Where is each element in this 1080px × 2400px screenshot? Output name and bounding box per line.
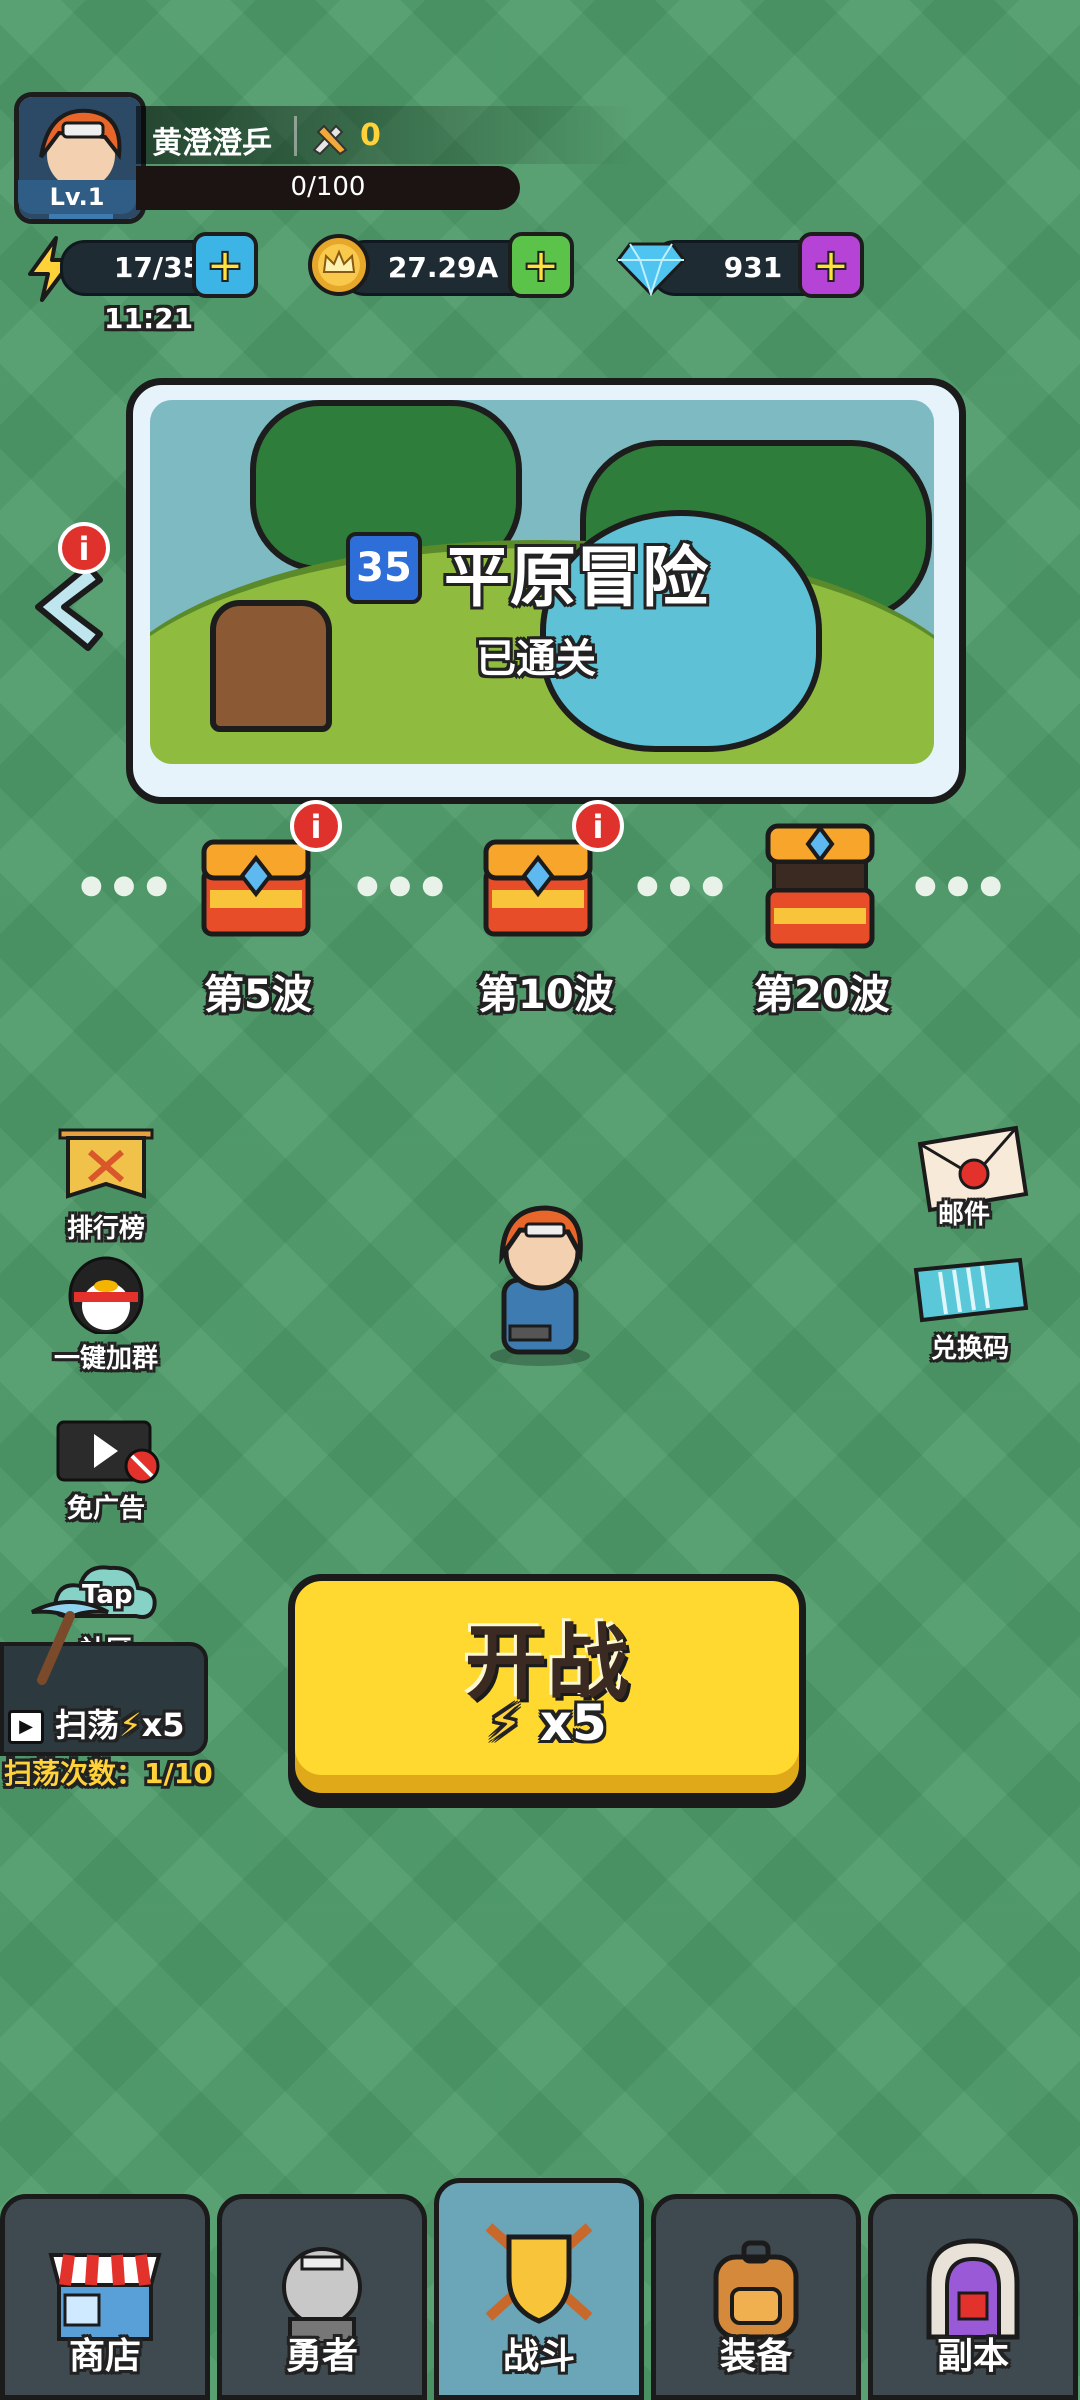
redeem-code-button[interactable]: 兑换码 xyxy=(910,1254,1030,1365)
info-badge: i xyxy=(58,522,110,574)
tab-equipment[interactable]: 装备 xyxy=(651,2194,861,2400)
sweep-cost: x5 xyxy=(141,1706,185,1744)
tab-hero-label: 勇者 xyxy=(285,2336,358,2377)
no-ads-button[interactable]: 免广告 xyxy=(46,1418,166,1525)
add-gold-button[interactable]: + xyxy=(508,232,574,298)
start-cost-value: x5 xyxy=(539,1694,607,1752)
mail-label: 邮件 xyxy=(938,1200,991,1230)
tab-dungeon-label: 副本 xyxy=(936,2336,1009,2377)
combat-power-icon xyxy=(312,124,348,156)
mail-button[interactable]: 邮件 xyxy=(912,1124,1032,1230)
tab-dungeon[interactable]: 副本 xyxy=(868,2194,1078,2400)
lightning-icon: ⚡ xyxy=(119,1706,142,1744)
ranking-banner-icon xyxy=(58,1128,154,1199)
xp-text: 0/100 xyxy=(290,172,366,202)
energy-timer: 11:21 xyxy=(104,302,194,335)
sweep-text: 扫荡 xyxy=(55,1706,120,1744)
tree-stump xyxy=(210,600,332,732)
qq-penguin-icon xyxy=(68,1256,144,1336)
ranking-button[interactable]: 排行榜 xyxy=(46,1124,166,1245)
qq-group-label: 一键加群 xyxy=(53,1344,158,1374)
player-name: 黄澄澄乒 xyxy=(152,126,272,161)
start-battle-cost: ⚡ x5 xyxy=(288,1694,806,1752)
redeem-label: 兑换码 xyxy=(930,1334,1009,1364)
progress-dots: ●●● xyxy=(636,870,735,900)
add-energy-button[interactable]: + xyxy=(192,232,258,298)
tab-hero[interactable]: 勇者 xyxy=(217,2194,427,2400)
sweep-count: 扫荡次数：1/10 xyxy=(4,1757,213,1790)
chest-icon[interactable] xyxy=(480,830,596,940)
battle-shield-icon xyxy=(485,2223,593,2324)
no-ads-label: 免广告 xyxy=(66,1494,145,1524)
crown-coin-icon xyxy=(308,234,370,296)
ranking-label: 排行榜 xyxy=(66,1214,145,1244)
progress-dots: ●●● xyxy=(80,870,179,900)
ticket-icon xyxy=(913,1257,1029,1323)
chest-1-badge: i xyxy=(290,800,342,852)
sweep-label: ▶ 扫荡⚡x5 xyxy=(8,1700,185,1746)
progress-dots: ●●● xyxy=(356,870,455,900)
hero-character xyxy=(490,1205,590,1366)
stage-number: 35 xyxy=(346,532,422,604)
name-divider xyxy=(294,116,297,156)
stage-title: 平原冒险 xyxy=(444,539,708,616)
pickaxe-icon xyxy=(31,1600,109,1685)
wave-5-label: 第5波 xyxy=(204,972,312,1018)
tab-shop[interactable]: 商店 xyxy=(0,2194,210,2400)
combat-power-value: 0 xyxy=(360,118,381,153)
add-gems-button[interactable]: + xyxy=(798,232,864,298)
tab-battle[interactable]: 战斗 xyxy=(434,2178,644,2400)
open-chest-icon[interactable] xyxy=(762,820,878,950)
wave-10-label: 第10波 xyxy=(478,972,614,1018)
tab-equipment-label: 装备 xyxy=(719,2336,792,2377)
tab-shop-label: 商店 xyxy=(68,2336,141,2377)
tab-battle-label: 战斗 xyxy=(502,2336,575,2377)
video-play-icon: ▶ xyxy=(8,1710,44,1744)
chest-icon[interactable] xyxy=(198,830,314,940)
qq-group-button[interactable]: 一键加群 xyxy=(46,1248,166,1375)
progress-dots: ●●● xyxy=(914,870,1013,900)
wave-20-label: 第20波 xyxy=(754,972,890,1018)
film-no-ads-icon xyxy=(56,1420,160,1484)
lightning-icon: ⚡ xyxy=(487,1694,523,1752)
chest-2-badge: i xyxy=(572,800,624,852)
player-level: Lv.1 xyxy=(18,180,136,214)
stage-status: 已通关 xyxy=(476,636,596,682)
diamond-icon xyxy=(616,242,686,296)
